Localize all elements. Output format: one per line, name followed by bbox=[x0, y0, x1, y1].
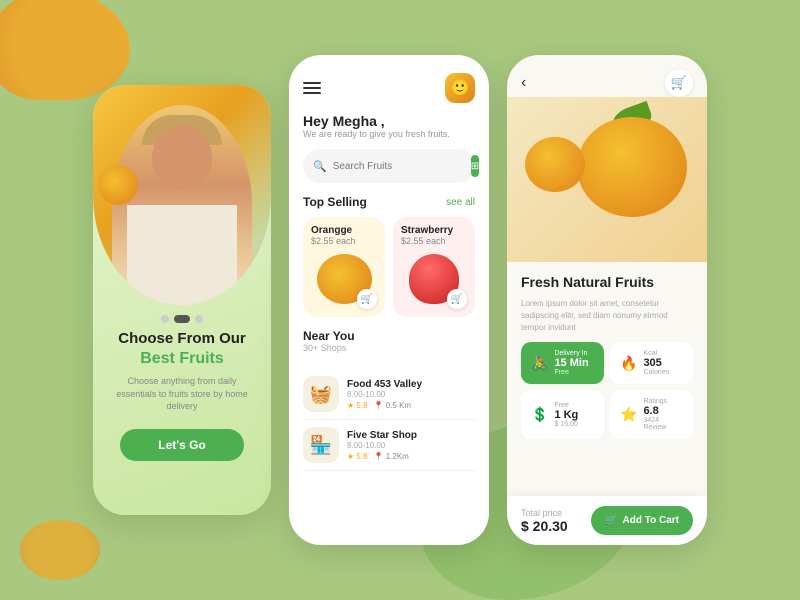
near-you-label: Near You bbox=[303, 329, 355, 343]
body-shape bbox=[127, 205, 237, 305]
cart-icon: 🛒 bbox=[605, 515, 617, 526]
see-all-button[interactable]: see all bbox=[446, 197, 475, 208]
strawberry-name: Strawberry bbox=[401, 225, 467, 236]
bike-icon: 🚴 bbox=[531, 355, 548, 372]
near-you-header: Near You 30+ Shops bbox=[303, 329, 475, 361]
shop-rating-1: ★ 5.8 bbox=[347, 401, 368, 410]
shop-details-1: Food 453 Valley 8.00-10.00 ★ 5.8 📍 0.5 K… bbox=[347, 379, 422, 410]
shop-icon-1: 🧺 bbox=[303, 376, 339, 412]
search-input[interactable] bbox=[333, 161, 465, 172]
product-orange[interactable]: Orangge $2.55 each 🛒 bbox=[303, 217, 385, 317]
onboarding-description: Choose anything from daily essentials to… bbox=[93, 369, 271, 419]
user-avatar[interactable]: 🙂 bbox=[445, 73, 475, 103]
shop-distance-1: 📍 0.5 Km bbox=[374, 401, 412, 410]
shop-item-1[interactable]: 🧺 Food 453 Valley 8.00-10.00 ★ 5.8 📍 0.5… bbox=[303, 369, 475, 420]
delivery-time: 15 Min bbox=[554, 357, 588, 369]
delivery-label: Delivery In bbox=[554, 350, 588, 357]
reviews-count: 3424 Review bbox=[643, 417, 683, 431]
bg-orange-decoration bbox=[0, 0, 130, 100]
product-info-grid: 🚴 Delivery In 15 Min Free 🔥 Kcal 305 Cal… bbox=[521, 342, 693, 439]
dot-3[interactable] bbox=[195, 315, 203, 323]
shipping-card: 💲 Free 1 Kg $ 15.00 bbox=[521, 390, 604, 439]
cart-button[interactable]: 🛒 bbox=[665, 69, 693, 97]
ratings-card: ⭐ Ratings 6.8 3424 Review bbox=[610, 390, 693, 439]
shop-distance-2: 📍 1.2Km bbox=[374, 452, 409, 461]
shop-hours-1: 8.00-10.00 bbox=[347, 390, 422, 399]
filter-button[interactable]: ⊞ bbox=[471, 155, 479, 177]
greeting-subtitle: We are ready to give you fresh fruits. bbox=[303, 129, 475, 139]
shop-item-2[interactable]: 🏪 Five Star Shop 8.00-10.00 ★ 5.8 📍 1.2K… bbox=[303, 420, 475, 471]
back-button[interactable]: ‹ bbox=[521, 74, 526, 92]
greeting-text: Hey Megha , bbox=[303, 113, 475, 129]
near-you-count: 30+ Shops bbox=[303, 343, 355, 353]
phone-home: 🙂 Hey Megha , We are ready to give you f… bbox=[289, 55, 489, 545]
orange-name: Orangge bbox=[311, 225, 377, 236]
ratings-value: 6.8 bbox=[643, 405, 683, 417]
orange-add-cart[interactable]: 🛒 bbox=[357, 289, 377, 309]
orange-price: $2.55 each bbox=[311, 236, 377, 246]
dot-1[interactable] bbox=[161, 315, 169, 323]
kcal-label: Kcal bbox=[643, 350, 669, 357]
home-header: 🙂 bbox=[303, 73, 475, 103]
product-header: ‹ 🛒 bbox=[507, 55, 707, 97]
add-to-cart-button[interactable]: 🛒 Add To Cart bbox=[591, 506, 693, 535]
shipping-price: $ 15.00 bbox=[554, 421, 578, 428]
calories-label: Calories bbox=[643, 369, 669, 376]
phone-product-detail: ‹ 🛒 Fresh Natural Fruits Lorem ipsum dol… bbox=[507, 55, 707, 545]
face-shape bbox=[152, 125, 212, 190]
product-description: Lorem ipsum dolor sit amet, consetetur s… bbox=[521, 298, 693, 334]
onboarding-title: Choose From Our Best Fruits bbox=[104, 329, 260, 369]
shop-details-2: Five Star Shop 8.00-10.00 ★ 5.8 📍 1.2Km bbox=[347, 430, 417, 461]
orange-big bbox=[577, 117, 687, 217]
lets-go-button[interactable]: Let's Go bbox=[120, 429, 244, 461]
delivery-sub: Free bbox=[554, 369, 588, 376]
shipping-weight: 1 Kg bbox=[554, 409, 578, 421]
calories-value: 305 bbox=[643, 357, 669, 369]
total-price: $ 20.30 bbox=[521, 518, 568, 534]
shop-hours-2: 8.00-10.00 bbox=[347, 441, 417, 450]
shipping-free-label: Free bbox=[554, 402, 578, 409]
product-bottom-bar: Total price $ 20.30 🛒 Add To Cart bbox=[507, 496, 707, 545]
shop-meta-1: ★ 5.8 📍 0.5 Km bbox=[347, 401, 422, 410]
star-icon: ⭐ bbox=[620, 406, 637, 423]
delivery-card: 🚴 Delivery In 15 Min Free bbox=[521, 342, 604, 384]
product-title: Fresh Natural Fruits bbox=[521, 274, 693, 290]
shop-name-2: Five Star Shop bbox=[347, 430, 417, 441]
shop-icon-2: 🏪 bbox=[303, 427, 339, 463]
fire-icon: 🔥 bbox=[620, 355, 637, 372]
bg-orange-small-decoration bbox=[20, 520, 100, 580]
shop-meta-2: ★ 5.8 📍 1.2Km bbox=[347, 452, 417, 461]
strawberry-price: $2.55 each bbox=[401, 236, 467, 246]
shop-rating-2: ★ 5.8 bbox=[347, 452, 368, 461]
phone-onboarding: Choose From Our Best Fruits Choose anyth… bbox=[93, 85, 271, 515]
top-selling-label: Top Selling bbox=[303, 195, 367, 209]
top-selling-header: Top Selling see all bbox=[303, 195, 475, 209]
search-bar[interactable]: 🔍 ⊞ bbox=[303, 149, 475, 183]
search-icon: 🔍 bbox=[313, 160, 327, 173]
calories-card: 🔥 Kcal 305 Calories bbox=[610, 342, 693, 384]
dot-2[interactable] bbox=[174, 315, 190, 323]
hamburger-menu[interactable] bbox=[303, 82, 321, 94]
carousel-dots bbox=[161, 315, 203, 323]
strawberry-add-cart[interactable]: 🛒 bbox=[447, 289, 467, 309]
orange-fruit-left bbox=[98, 165, 138, 205]
onboarding-hero-image bbox=[93, 85, 271, 305]
person-illustration bbox=[112, 105, 252, 305]
products-row: Orangge $2.55 each 🛒 Strawberry $2.55 ea… bbox=[303, 217, 475, 317]
ratings-label: Ratings bbox=[643, 398, 683, 405]
total-label: Total price bbox=[521, 508, 568, 518]
dollar-icon: 💲 bbox=[531, 406, 548, 423]
product-body: Fresh Natural Fruits Lorem ipsum dolor s… bbox=[507, 262, 707, 496]
product-strawberry[interactable]: Strawberry $2.55 each 🛒 bbox=[393, 217, 475, 317]
shop-name-1: Food 453 Valley bbox=[347, 379, 422, 390]
product-hero-image bbox=[507, 97, 707, 262]
orange-small bbox=[525, 137, 585, 192]
